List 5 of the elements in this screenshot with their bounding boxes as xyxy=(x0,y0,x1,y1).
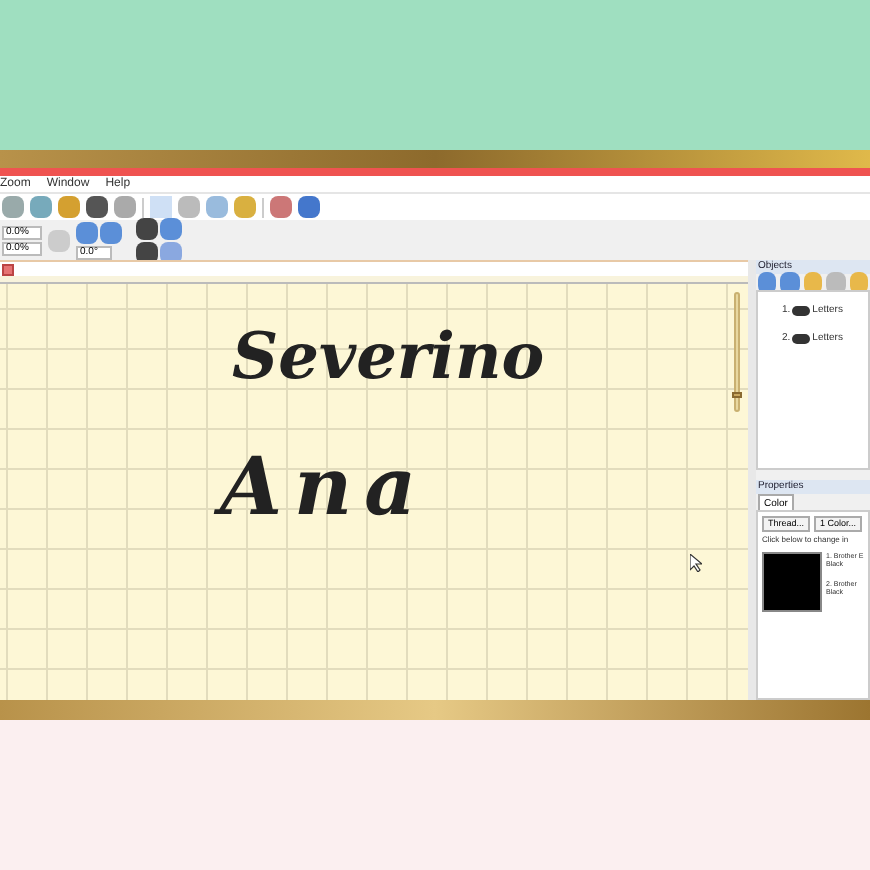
close-icon[interactable] xyxy=(2,263,14,275)
embroidery-text: Severino xyxy=(232,324,545,388)
cursor-icon xyxy=(690,554,702,572)
zoom-slider-thumb[interactable] xyxy=(732,392,742,399)
color-swatch[interactable] xyxy=(762,552,822,612)
